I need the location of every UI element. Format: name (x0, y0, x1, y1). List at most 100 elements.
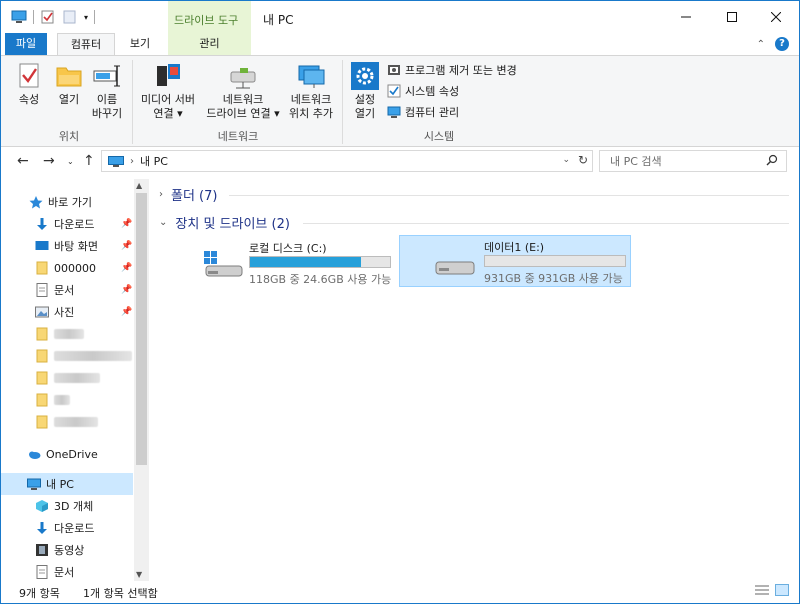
sidebar-item-videos[interactable]: 동영상 (1, 539, 133, 561)
uninstall-icon (387, 63, 401, 77)
sidebar-item-redacted-folder[interactable] (1, 323, 133, 345)
computer-management-label: 컴퓨터 관리 (405, 106, 460, 119)
toolbar-divider (94, 10, 96, 24)
devices-section-header[interactable]: ⌄ 장치 및 드라이브 (2) (159, 213, 290, 232)
pin-icon[interactable]: 📌 (121, 219, 132, 229)
sidebar-label: 문서 (54, 284, 75, 297)
customize-toolbar-icon[interactable]: ▾ (84, 13, 88, 22)
drive-name: 데이터1 (E:) (484, 241, 545, 254)
sidebar-item-documents-pc[interactable]: 문서 (1, 561, 133, 583)
group-divider (342, 60, 343, 144)
recent-locations-chevron-icon[interactable]: ⌄ (67, 157, 74, 166)
sidebar-item-quick-access[interactable]: 바로 가기 (1, 191, 133, 213)
add-location-label-line1: 네트워크 (290, 93, 332, 106)
settings-gear-icon (350, 62, 380, 90)
up-arrow-icon[interactable]: ↑ (83, 153, 95, 169)
breadcrumb-chevron-icon[interactable]: › (130, 156, 134, 167)
sidebar-label: 000000 (54, 261, 96, 275)
sidebar-item-3d-objects[interactable]: 3D 개체 (1, 495, 133, 517)
location-group-label: 위치 (58, 130, 80, 143)
sidebar-item-folder-000000[interactable]: 000000 📌 (1, 257, 133, 279)
add-network-location-button[interactable]: 네트워크 위치 추가 (285, 62, 337, 121)
open-button[interactable]: 열기 (51, 62, 87, 107)
media-server-button[interactable]: 미디어 서버 연결 ▾ (137, 62, 199, 121)
sidebar-item-desktop[interactable]: 바탕 화면 📌 (1, 235, 133, 257)
sidebar-item-this-pc[interactable]: 내 PC (1, 473, 133, 495)
minimize-button[interactable] (663, 1, 709, 33)
pin-icon[interactable]: 📌 (121, 307, 132, 317)
scroll-down-icon[interactable]: ▼ (136, 570, 142, 579)
folder-icon (35, 327, 49, 341)
system-group-label: 시스템 (423, 130, 455, 143)
properties-button[interactable]: 속성 (11, 62, 47, 107)
document-icon (35, 565, 49, 579)
map-network-drive-button[interactable]: 네트워크 드라이브 연결 ▾ (201, 62, 285, 121)
pin-icon[interactable]: 📌 (121, 241, 132, 251)
explorer-window: ▾ 드라이브 도구 내 PC 파일 컴퓨터 보기 관리 ⌃ ? 속성 열기 이름… (0, 0, 800, 604)
cloud-icon (27, 447, 41, 461)
sidebar-label: 사진 (54, 306, 75, 319)
sidebar-item-pictures[interactable]: 사진 📌 (1, 301, 133, 323)
tab-manage[interactable]: 관리 (168, 33, 251, 55)
sidebar-item-redacted-folder[interactable] (1, 411, 133, 433)
film-icon (35, 543, 49, 557)
scroll-up-icon[interactable]: ▲ (136, 181, 142, 190)
windows-drive-icon (203, 249, 243, 282)
section-divider (229, 195, 789, 196)
sidebar-label: 3D 개체 (54, 500, 94, 513)
open-settings-button[interactable]: 설정 열기 (347, 62, 383, 121)
address-bar[interactable]: › 내 PC ⌄ ↻ (101, 150, 593, 172)
sidebar-item-onedrive[interactable]: OneDrive (1, 443, 133, 465)
drive-c[interactable]: 로컬 디스크 (C:) 118GB 중 24.6GB 사용 가능 (199, 237, 393, 287)
properties-quick-icon[interactable] (40, 10, 56, 24)
large-icons-view-icon[interactable] (775, 584, 789, 599)
sidebar-item-downloads-pc[interactable]: 다운로드 (1, 517, 133, 539)
context-tab-label: 드라이브 도구 (174, 14, 239, 27)
pin-icon[interactable]: 📌 (121, 285, 132, 295)
tab-view[interactable]: 보기 (119, 33, 161, 55)
uninstall-program-button[interactable]: 프로그램 제거 또는 변경 (387, 61, 517, 79)
title-bar: ▾ 드라이브 도구 내 PC (1, 1, 799, 33)
maximize-button[interactable] (709, 1, 755, 33)
redacted-label (54, 395, 70, 405)
forward-arrow-icon[interactable]: → (43, 153, 55, 169)
sidebar-scrollbar[interactable]: ▲ ▼ (134, 179, 149, 581)
tab-file[interactable]: 파일 (5, 33, 47, 55)
network-group-label: 네트워크 (217, 130, 259, 143)
sidebar-item-documents[interactable]: 문서 📌 (1, 279, 133, 301)
collapse-ribbon-icon[interactable]: ⌃ (757, 39, 765, 50)
search-input[interactable]: 내 PC 검색 (610, 153, 662, 169)
new-folder-quick-icon[interactable] (62, 10, 78, 24)
search-box[interactable]: 내 PC 검색 (599, 150, 787, 172)
folders-section-header[interactable]: › 폴더 (7) (159, 185, 217, 204)
folder-icon (35, 393, 49, 407)
sidebar-label: 바로 가기 (48, 196, 92, 209)
sidebar-item-downloads[interactable]: 다운로드 📌 (1, 213, 133, 235)
tab-computer[interactable]: 컴퓨터 (57, 33, 115, 55)
details-view-icon[interactable] (755, 584, 769, 599)
help-icon[interactable]: ? (775, 37, 789, 51)
drive-name: 로컬 디스크 (C:) (249, 242, 327, 255)
group-divider (132, 60, 133, 144)
close-button[interactable] (753, 1, 799, 33)
drive-e[interactable]: 데이터1 (E:) 931GB 중 931GB 사용 가능 (399, 235, 631, 287)
star-icon (29, 195, 43, 209)
search-icon[interactable] (766, 154, 778, 169)
computer-management-button[interactable]: 컴퓨터 관리 (387, 103, 459, 121)
this-pc-icon (27, 477, 41, 491)
sidebar-item-redacted-folder[interactable] (1, 345, 133, 367)
properties-icon (14, 62, 44, 90)
cube-icon (35, 499, 49, 513)
network-location-icon (296, 62, 326, 90)
sidebar-item-redacted-folder[interactable] (1, 389, 133, 411)
rename-button[interactable]: 이름 바꾸기 (89, 62, 125, 121)
pin-icon[interactable]: 📌 (121, 263, 132, 273)
breadcrumb[interactable]: 내 PC (140, 153, 168, 169)
refresh-icon[interactable]: ↻ (578, 153, 588, 167)
sidebar-item-redacted-folder[interactable] (1, 367, 133, 389)
back-arrow-icon[interactable]: ← (17, 153, 29, 169)
address-dropdown-icon[interactable]: ⌄ (562, 155, 570, 165)
scrollbar-thumb[interactable] (136, 193, 147, 465)
selection-count: 1개 항목 선택함 (83, 587, 158, 600)
system-properties-button[interactable]: 시스템 속성 (387, 82, 459, 100)
